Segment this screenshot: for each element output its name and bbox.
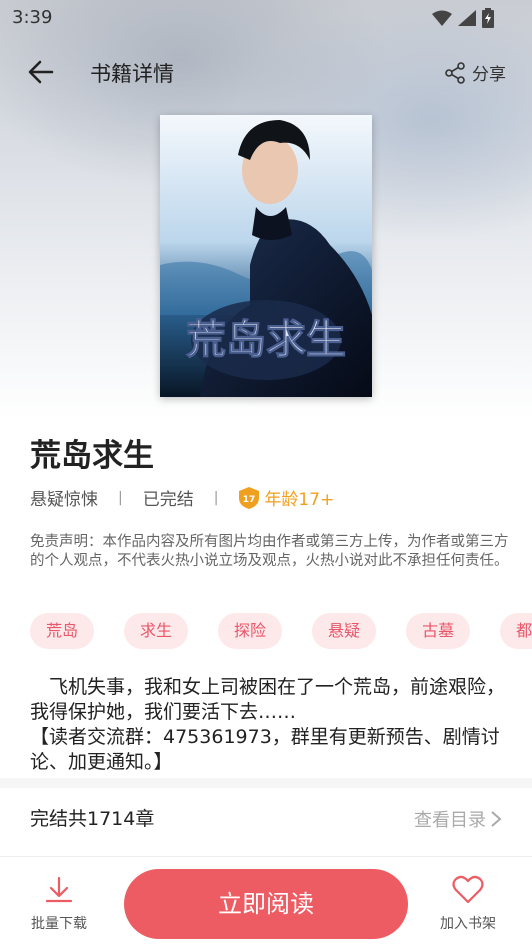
back-button[interactable] — [26, 58, 56, 86]
status-time: 3:39 — [12, 7, 53, 28]
synopsis-text: 飞机失事，我和女上司被困在了一个荒岛，前途艰险，我得保护她，我们要活下去…… — [30, 676, 506, 723]
book-title: 荒岛求生 — [30, 438, 154, 474]
disclaimer: 免责声明：本作品内容及所有图片均由作者或第三方上传，为作者或第三方的个人观点，不… — [30, 534, 509, 569]
status-bar: 3:39 — [0, 0, 532, 36]
status-icons — [432, 8, 494, 28]
section-divider — [0, 778, 532, 788]
table-of-contents-row[interactable]: 完结共1714章 查看目录 — [0, 790, 532, 848]
share-label: 分享 — [472, 65, 506, 85]
cover-image: 荒岛求生 — [160, 115, 372, 397]
age-icon-text: 17 — [243, 495, 256, 505]
share-button[interactable]: 分享 — [444, 60, 506, 85]
book-meta: 悬疑惊悚 | 已完结 | 17 年龄17+ — [30, 485, 334, 510]
bottom-bar: 批量下载 立即阅读 加入书架 — [0, 856, 532, 947]
book-status: 已完结 — [142, 490, 194, 510]
age-shield-icon: 17 — [239, 486, 260, 509]
read-now-button[interactable]: 立即阅读 — [124, 869, 408, 939]
download-icon — [45, 876, 73, 903]
tag-item[interactable]: 求生 — [124, 613, 189, 649]
heart-icon — [452, 875, 484, 904]
shelf-label: 加入书架 — [440, 916, 496, 932]
wifi-icon — [432, 10, 452, 26]
page-title: 书籍详情 — [90, 62, 174, 86]
synopsis-reader-group: 【读者交流群：475361973，群里有更新预告、剧情讨论、加更通知。】 — [30, 726, 500, 773]
tag-list: 荒岛 求生 探险 悬疑 古墓 都 — [30, 613, 532, 649]
top-bar: 书籍详情 分享 — [0, 48, 532, 96]
chevron-right-icon — [491, 811, 502, 827]
meta-separator: | — [118, 489, 123, 506]
tag-item[interactable]: 悬疑 — [312, 613, 377, 649]
synopsis: 飞机失事，我和女上司被困在了一个荒岛，前途艰险，我得保护她，我们要活下去…… 【… — [30, 675, 510, 775]
age-rating: 17 年龄17+ — [238, 485, 334, 510]
tag-item[interactable]: 都 — [500, 613, 532, 649]
arrow-left-icon — [28, 60, 54, 84]
tag-item[interactable]: 探险 — [218, 613, 283, 649]
tag-item[interactable]: 古墓 — [406, 613, 471, 649]
view-toc-link[interactable]: 查看目录 — [414, 806, 502, 832]
add-to-shelf-button[interactable]: 加入书架 — [428, 875, 508, 933]
battery-icon — [482, 8, 494, 28]
meta-separator: | — [213, 489, 219, 506]
chapter-count: 完结共1714章 — [30, 808, 155, 830]
cover-title-text: 荒岛求生 — [186, 317, 346, 363]
batch-download-button[interactable]: 批量下载 — [19, 875, 99, 933]
share-icon — [445, 61, 465, 84]
book-cover[interactable]: 荒岛求生 — [160, 115, 372, 397]
signal-icon — [458, 10, 476, 26]
toc-label: 查看目录 — [414, 810, 486, 831]
age-label: 年龄17+ — [264, 490, 335, 510]
book-genre: 悬疑惊悚 — [30, 490, 98, 510]
download-label: 批量下载 — [31, 916, 87, 932]
tag-item[interactable]: 荒岛 — [30, 613, 95, 649]
